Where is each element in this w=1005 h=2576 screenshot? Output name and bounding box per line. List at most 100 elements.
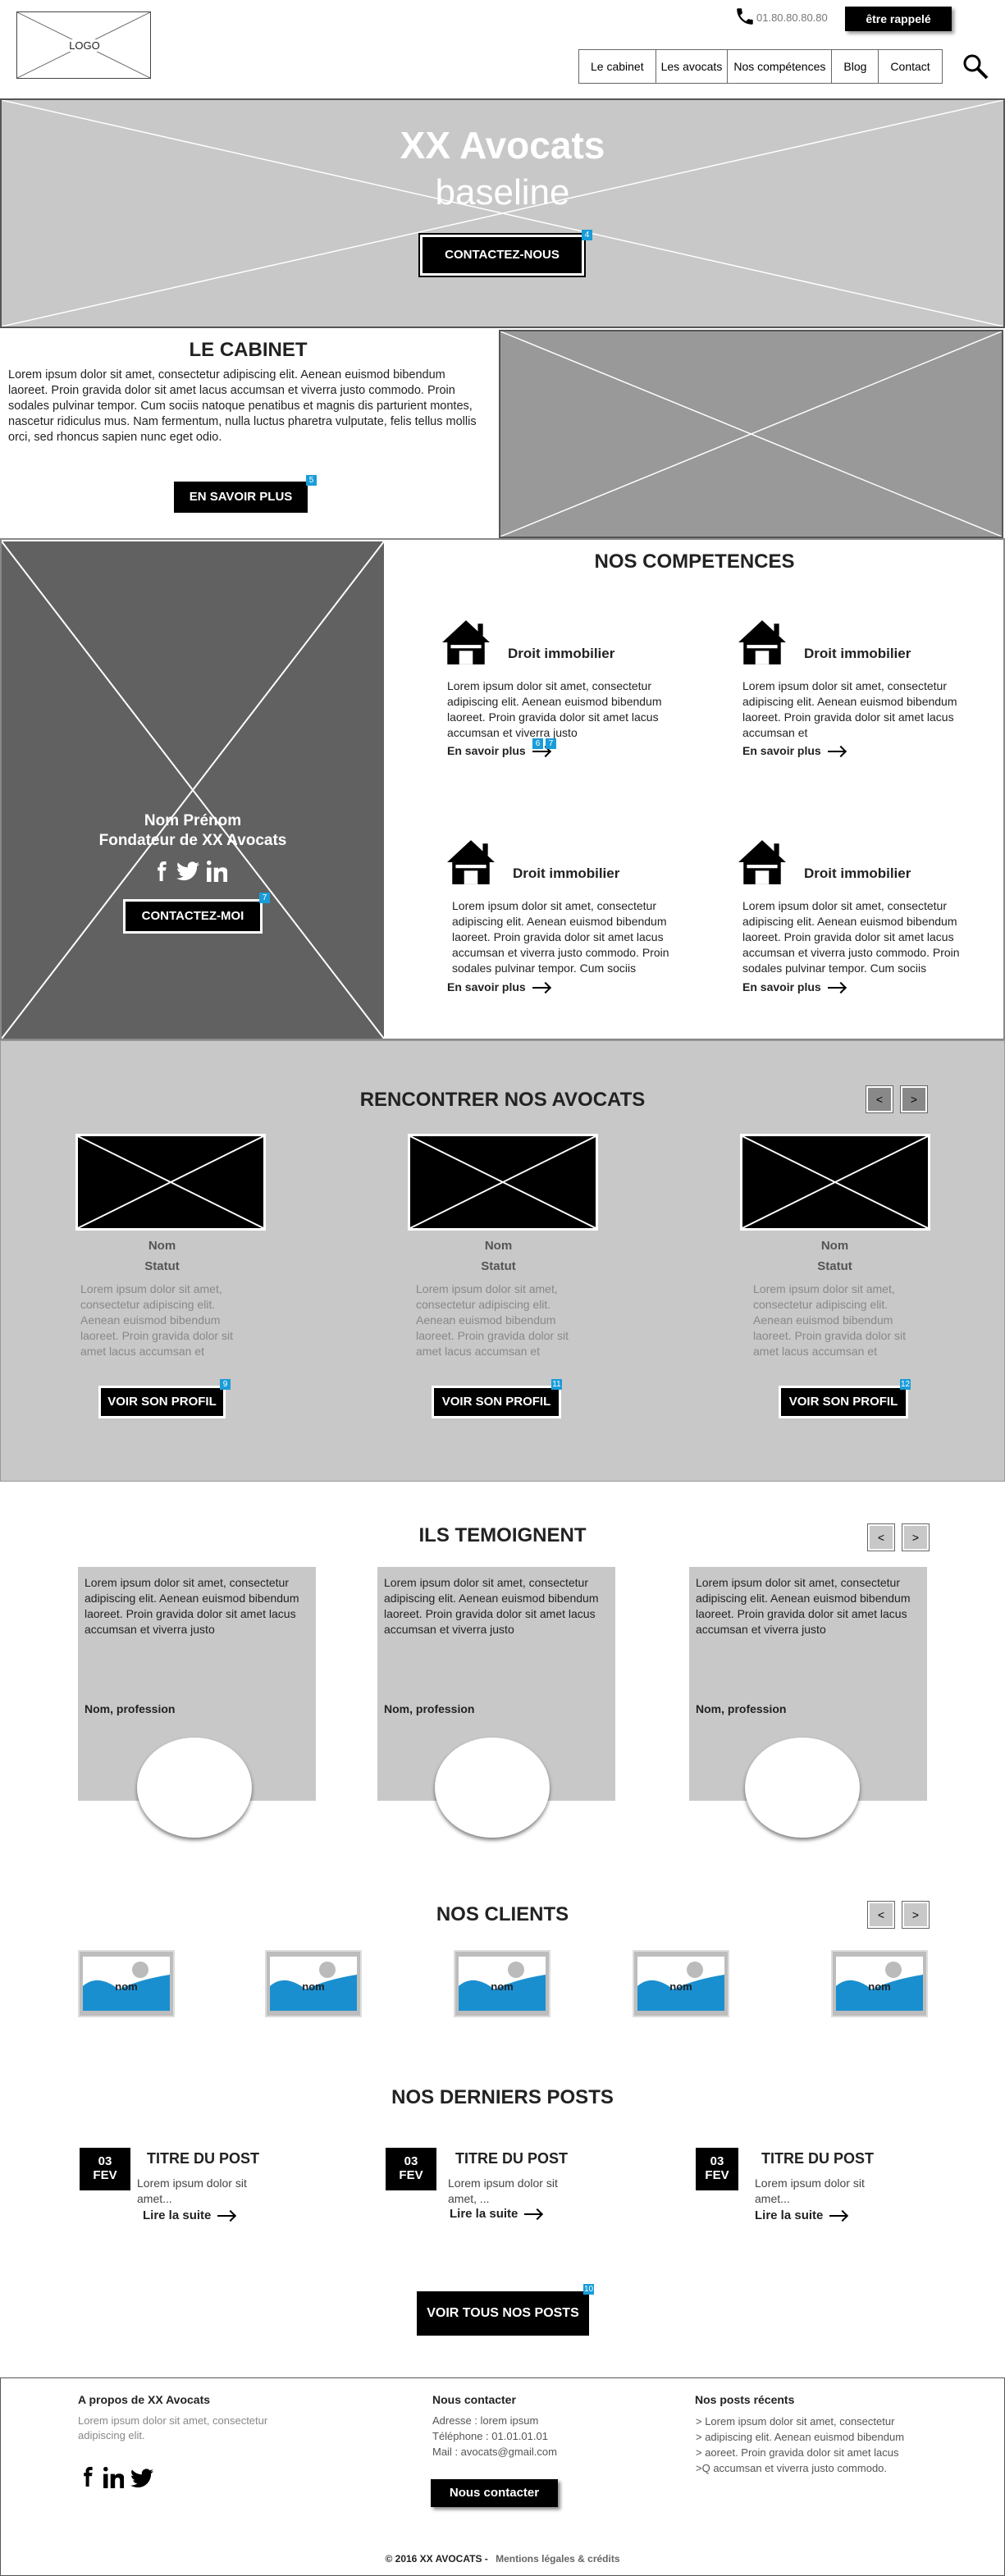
- cabinet-more-button[interactable]: EN SAVOIR PLUS: [174, 482, 308, 513]
- founder-contact-button[interactable]: CONTACTEZ-MOI: [123, 899, 263, 934]
- post-read-more[interactable]: Lire la suite: [450, 2207, 542, 2221]
- avocat-status: Statut: [817, 1259, 852, 1273]
- hero-badge: 4: [582, 230, 592, 240]
- linkedin-icon[interactable]: [103, 2467, 124, 2488]
- post-read-more[interactable]: Lire la suite: [755, 2208, 847, 2222]
- arrow-right-icon: [532, 984, 550, 992]
- phone-icon: [734, 6, 756, 27]
- post-date: 03 FEV: [696, 2148, 738, 2190]
- competence-text: Lorem ipsum dolor sit amet, consectetur …: [742, 679, 957, 739]
- post-day: 03: [404, 2154, 418, 2168]
- facebook-icon[interactable]: [155, 860, 168, 883]
- clients-prev-button[interactable]: <: [868, 1902, 894, 1928]
- clients-next-button[interactable]: >: [902, 1902, 929, 1928]
- temoignages-prev-button[interactable]: <: [868, 1524, 894, 1551]
- legal-link[interactable]: Mentions légales & crédits: [496, 2553, 619, 2565]
- client-logo[interactable]: nom: [454, 1950, 550, 2017]
- posts-badge: 10: [583, 2284, 595, 2295]
- client-name: nom: [491, 1980, 514, 1993]
- hero-contact-button[interactable]: CONTACTEZ-NOUS: [418, 233, 586, 277]
- competence-title: Droit immobilier: [513, 866, 620, 881]
- avocat-name: Nom: [148, 1239, 176, 1253]
- arrow-right-icon: [217, 2212, 235, 2220]
- footer-about-title: A propos de XX Avocats: [78, 2393, 211, 2406]
- avocat-badge: 9: [220, 1379, 231, 1390]
- cabinet-image: [499, 330, 1003, 538]
- post-day: 03: [710, 2154, 724, 2168]
- post-title: TITRE DU POST: [147, 2150, 260, 2167]
- client-name: nom: [302, 1980, 325, 1993]
- avocat-name: Nom: [820, 1239, 849, 1253]
- house-icon: [447, 840, 495, 884]
- testimonial-card: Lorem ipsum dolor sit amet, consectetur …: [689, 1567, 927, 1838]
- hero-baseline: baseline: [435, 172, 570, 212]
- phone-number[interactable]: 01.80.80.80.80: [756, 11, 828, 24]
- post-month: FEV: [705, 2168, 729, 2182]
- client-logo[interactable]: nom: [633, 1950, 729, 2017]
- avocat-profile-button[interactable]: VOIR SON PROFIL: [98, 1386, 226, 1418]
- footer-posts-title: Nos posts récents: [695, 2393, 795, 2406]
- logo-text: LOGO: [66, 39, 103, 52]
- hero-title: XX Avocats: [400, 124, 605, 167]
- house-icon: [442, 620, 490, 665]
- post-read-more[interactable]: Lire la suite: [143, 2208, 235, 2222]
- competence-link[interactable]: En savoir plus: [742, 744, 846, 757]
- house-icon: [738, 840, 786, 884]
- nav-les-avocats[interactable]: Les avocats: [656, 50, 729, 83]
- footer-post-link[interactable]: > adipiscing elit. Aenean euismod bibend…: [696, 2430, 904, 2445]
- footer-post-link[interactable]: >Q accumsan et viverra justo commodo.: [696, 2461, 887, 2476]
- client-logo[interactable]: nom: [831, 1950, 928, 2017]
- competence-badge: 6: [532, 738, 543, 749]
- post-date: 03 FEV: [386, 2148, 436, 2190]
- arrow-right-icon: [827, 984, 846, 992]
- competence-title: Droit immobilier: [804, 646, 911, 661]
- competence-link[interactable]: En savoir plus: [742, 980, 846, 993]
- competence-title: Droit immobilier: [508, 646, 615, 661]
- founder-photo: [2, 541, 384, 1039]
- search-icon[interactable]: [962, 53, 989, 80]
- client-name: nom: [669, 1980, 692, 1993]
- testimonial-author: Nom, profession: [696, 1702, 787, 1715]
- house-icon: [738, 620, 786, 665]
- all-posts-button[interactable]: VOIR TOUS NOS POSTS: [417, 2291, 589, 2336]
- post-excerpt: Lorem ipsum dolor sit amet, ...: [448, 2176, 558, 2205]
- nav-blog[interactable]: Blog: [832, 50, 879, 83]
- competence-title: Droit immobilier: [804, 866, 911, 881]
- nav-contact[interactable]: Contact: [879, 50, 941, 83]
- temoignages-next-button[interactable]: >: [902, 1524, 929, 1551]
- footer-address: Adresse : lorem ipsum: [432, 2414, 539, 2427]
- logo[interactable]: LOGO: [16, 11, 151, 79]
- competence-badge: 7: [546, 738, 556, 749]
- clients-title: NOS CLIENTS: [436, 1903, 569, 1925]
- nav-le-cabinet[interactable]: Le cabinet: [579, 50, 656, 83]
- founder-role: Fondateur de XX Avocats: [98, 832, 287, 849]
- competence-link[interactable]: En savoir plus: [447, 980, 550, 993]
- client-logo[interactable]: nom: [78, 1950, 175, 2017]
- nav-nos-competences[interactable]: Nos compétences: [728, 50, 833, 83]
- avocats-prev-button[interactable]: <: [866, 1086, 893, 1112]
- avocat-photo: [408, 1134, 598, 1231]
- avocat-profile-button[interactable]: VOIR SON PROFIL: [779, 1386, 908, 1418]
- post-excerpt: Lorem ipsum dolor sit amet...: [755, 2176, 865, 2205]
- footer-about-text: Lorem ipsum dolor sit amet, consectetur …: [78, 2414, 268, 2441]
- competence-text: Lorem ipsum dolor sit amet, consectetur …: [452, 899, 669, 975]
- footer-post-link[interactable]: > aoreet. Proin gravida dolor sit amet l…: [696, 2446, 899, 2460]
- avocats-next-button[interactable]: >: [901, 1086, 927, 1112]
- post-day: 03: [98, 2154, 112, 2168]
- linkedin-icon[interactable]: [206, 861, 227, 882]
- client-logo[interactable]: nom: [265, 1950, 362, 2017]
- client-name: nom: [115, 1980, 138, 1993]
- footer-mail[interactable]: Mail : avocats@gmail.com: [432, 2446, 557, 2458]
- avocat-badge: 11: [551, 1379, 562, 1390]
- post-title: TITRE DU POST: [455, 2150, 569, 2167]
- callback-button[interactable]: être rappelé: [845, 7, 952, 31]
- twitter-icon[interactable]: [176, 861, 199, 881]
- avocat-profile-button[interactable]: VOIR SON PROFIL: [432, 1386, 561, 1418]
- footer-contact-button[interactable]: Nous contacter: [431, 2479, 558, 2507]
- facebook-icon[interactable]: [81, 2465, 94, 2488]
- twitter-icon[interactable]: [130, 2469, 153, 2488]
- founder-badge: 7: [259, 893, 270, 903]
- testimonial-avatar: [435, 1738, 550, 1838]
- footer-post-link[interactable]: > Lorem ipsum dolor sit amet, consectetu…: [696, 2414, 894, 2429]
- post-title: TITRE DU POST: [761, 2150, 875, 2167]
